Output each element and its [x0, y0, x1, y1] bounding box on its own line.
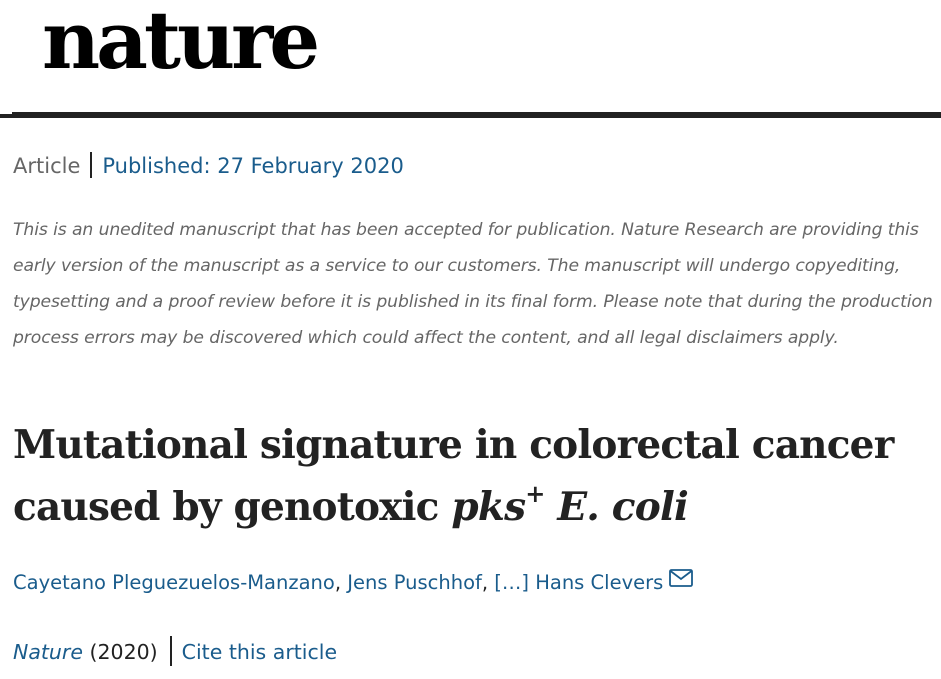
citation-line: Nature (2020) Cite this article	[13, 636, 337, 666]
expand-authors-button[interactable]: […]	[494, 571, 529, 594]
citation-divider	[169, 636, 172, 666]
header-rule-notch	[0, 112, 12, 114]
author-link-second[interactable]: Jens Puschhof	[347, 571, 482, 594]
author-separator: ,	[334, 571, 348, 594]
title-species: E. coli	[544, 484, 688, 530]
article-title: Mutational signature in colorectal cance…	[13, 414, 938, 538]
author-separator: ,	[481, 571, 495, 594]
title-line-2: caused by genotoxic	[13, 484, 452, 530]
manuscript-disclaimer: This is an unedited manuscript that has …	[13, 220, 933, 348]
nature-logo[interactable]: nature	[42, 0, 320, 84]
journal-name[interactable]: Nature	[13, 640, 83, 664]
article-meta: Article Published: 27 February 2020	[13, 152, 404, 180]
author-link-last[interactable]: Hans Clevers	[529, 571, 663, 594]
author-list: Cayetano Pleguezuelos-Manzano, Jens Pusc…	[13, 569, 694, 597]
title-superscript: +	[525, 479, 545, 508]
title-pks: pks	[451, 484, 526, 530]
envelope-icon[interactable]	[669, 569, 694, 587]
cite-article-link[interactable]: Cite this article	[182, 640, 337, 664]
author-link-first[interactable]: Cayetano Pleguezuelos-Manzano	[13, 571, 335, 594]
published-date: Published: 27 February 2020	[102, 154, 404, 178]
site-header: nature	[0, 0, 941, 112]
title-line-1: Mutational signature in colorectal cance…	[13, 422, 894, 468]
header-rule	[0, 112, 941, 118]
meta-divider	[90, 152, 93, 178]
article-type: Article	[13, 154, 81, 178]
publication-year: (2020)	[82, 640, 158, 664]
